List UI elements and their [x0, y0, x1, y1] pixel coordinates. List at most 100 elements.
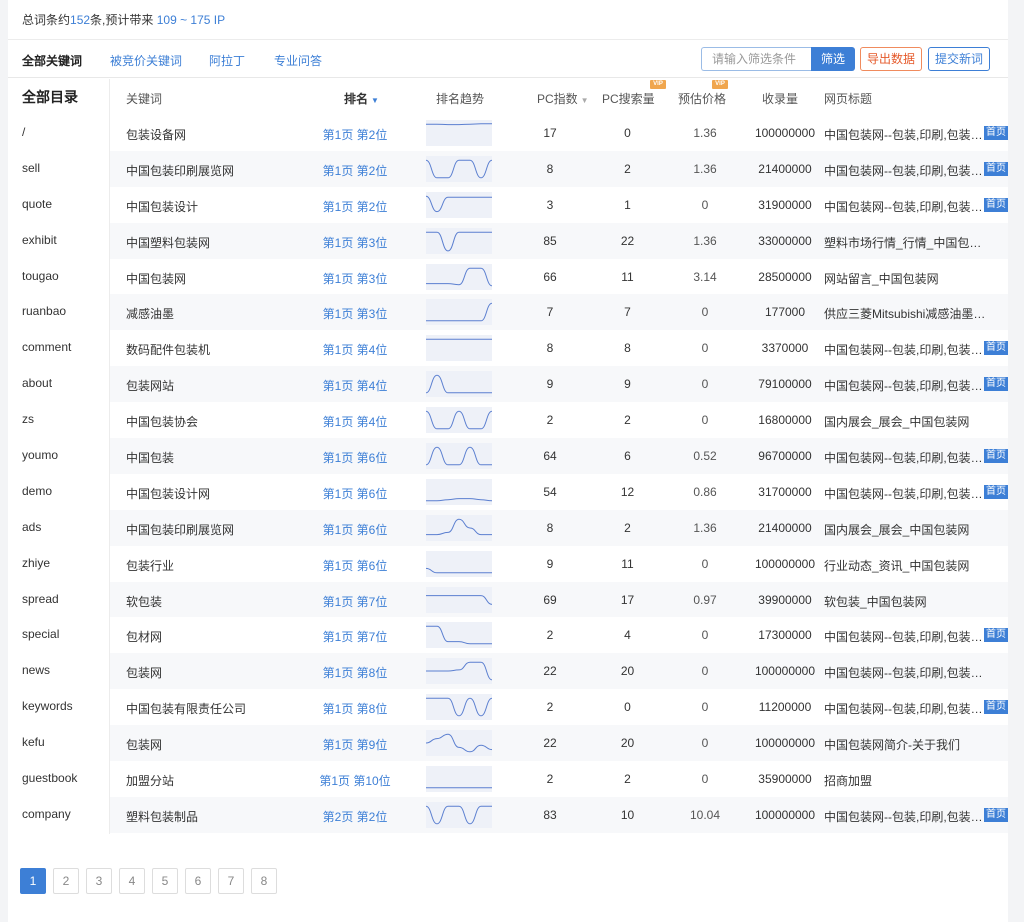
- sidebar-item[interactable]: kefu: [8, 725, 109, 761]
- sidebar-item[interactable]: sell: [8, 151, 109, 187]
- page-title-link[interactable]: 软包装_中国包装网: [824, 593, 990, 610]
- rank-link[interactable]: 第1页 第8位: [302, 700, 408, 717]
- page-title-link[interactable]: 中国包装网简介-关于我们: [824, 736, 990, 753]
- rank-link[interactable]: 第1页 第4位: [302, 377, 408, 394]
- page-title-link[interactable]: 国内展会_展会_中国包装网: [824, 521, 990, 538]
- sidebar-item[interactable]: ads: [8, 510, 109, 546]
- rank-link[interactable]: 第1页 第7位: [302, 628, 408, 645]
- page-title-link[interactable]: 中国包装网--包装,印刷,包装机械: [824, 628, 990, 645]
- page-button[interactable]: 8: [251, 868, 277, 894]
- page-title-link[interactable]: 塑料市场行情_行情_中国包装网: [824, 234, 990, 251]
- page-button[interactable]: 3: [86, 868, 112, 894]
- rank-link[interactable]: 第1页 第7位: [302, 593, 408, 610]
- keyword-cell: 中国塑料包装网: [126, 235, 211, 250]
- page-title-link[interactable]: 网站留言_中国包装网: [824, 270, 990, 287]
- rank-link[interactable]: 第1页 第8位: [302, 664, 408, 681]
- sidebar-item[interactable]: guestbook: [8, 761, 109, 797]
- sidebar-item[interactable]: demo: [8, 474, 109, 510]
- filter-input[interactable]: 请输入筛选条件: [701, 47, 813, 71]
- keyword-cell: 包装网: [126, 738, 163, 753]
- sidebar-item[interactable]: keywords: [8, 689, 109, 725]
- rank-link[interactable]: 第1页 第3位: [302, 234, 408, 251]
- export-button[interactable]: 导出数据: [860, 47, 922, 71]
- rank-link[interactable]: 第1页 第4位: [302, 413, 408, 430]
- sidebar-item[interactable]: ruanbao: [8, 294, 109, 330]
- rank-trend-sparkline: [426, 335, 492, 362]
- page-title-link[interactable]: 中国包装网--包装,印刷,包装机械: [824, 126, 990, 143]
- sidebar-item[interactable]: exhibit: [8, 223, 109, 259]
- rank-link[interactable]: 第2页 第2位: [302, 808, 408, 825]
- tab-aladdin[interactable]: 阿拉丁: [209, 52, 245, 69]
- sidebar-item[interactable]: zs: [8, 402, 109, 438]
- pc-search-cell: 20: [620, 664, 635, 679]
- page-title-link[interactable]: 中国包装网--包装,印刷,包装机械: [824, 162, 990, 179]
- rank-link[interactable]: 第1页 第2位: [302, 198, 408, 215]
- page-title-link[interactable]: 中国包装网--包装,印刷,包装机械: [824, 700, 990, 717]
- table-row: 中国包装网 第1页 第3位 66 11 3.14 28500000 网站留言_中国包装网: [110, 259, 1008, 295]
- page-button[interactable]: 6: [185, 868, 211, 894]
- page-button[interactable]: 1: [20, 868, 46, 894]
- page-title-link[interactable]: 行业动态_资讯_中国包装网: [824, 557, 990, 574]
- rank-link[interactable]: 第1页 第6位: [302, 485, 408, 502]
- indexed-cell: 11200000: [758, 700, 812, 715]
- trend-line: [426, 446, 492, 466]
- pc-search-cell: 2: [624, 161, 631, 176]
- tab-qa[interactable]: 专业问答: [274, 52, 322, 69]
- sidebar-item[interactable]: special: [8, 617, 109, 653]
- table-row: 中国包装设计网 第1页 第6位 54 12 0.86 31700000 中国包装网--包装,…: [110, 474, 1008, 510]
- page-title-link[interactable]: 中国包装网--包装,印刷,包装机械: [824, 485, 990, 502]
- rank-link[interactable]: 第1页 第10位: [302, 772, 408, 789]
- page-title-link[interactable]: 中国包装网--包装,印刷,包装机械: [824, 377, 990, 394]
- price-cell: 0: [701, 700, 709, 715]
- sidebar-item[interactable]: quote: [8, 187, 109, 223]
- pc-search-cell: 17: [620, 592, 635, 607]
- sidebar-item[interactable]: about: [8, 366, 109, 402]
- pc-index-cell: 69: [543, 592, 557, 607]
- sidebar-item[interactable]: company: [8, 797, 109, 833]
- sidebar-item[interactable]: comment: [8, 330, 109, 366]
- tab-bid-keywords[interactable]: 被竞价关键词: [110, 52, 182, 69]
- sidebar-item[interactable]: spread: [8, 582, 109, 618]
- sidebar-item[interactable]: zhiye: [8, 546, 109, 582]
- summary-mid: 条,预计带来: [90, 13, 157, 27]
- header-pc-index[interactable]: PC指数 ▼: [537, 90, 589, 107]
- rank-link[interactable]: 第1页 第3位: [302, 305, 408, 322]
- page-button[interactable]: 7: [218, 868, 244, 894]
- header-rank[interactable]: 排名 ▼: [344, 90, 379, 107]
- submit-new-word-button[interactable]: 提交新词: [928, 47, 990, 71]
- rank-link[interactable]: 第1页 第6位: [302, 521, 408, 538]
- indexed-cell: 21400000: [758, 520, 812, 535]
- rank-link[interactable]: 第1页 第3位: [302, 270, 408, 287]
- trend-line: [426, 498, 492, 502]
- price-cell: 0: [701, 197, 709, 212]
- pc-index-cell: 7: [546, 305, 554, 320]
- page-title-link[interactable]: 中国包装网--包装,印刷,包装机械: [824, 808, 990, 825]
- tab-all-keywords[interactable]: 全部关键词: [22, 52, 82, 69]
- page-title-link[interactable]: 中国包装网--包装,印刷,包装机械: [824, 449, 990, 466]
- page-title-link[interactable]: 中国包装网--包装,印刷,包装机械: [824, 198, 990, 215]
- rank-link[interactable]: 第1页 第6位: [302, 557, 408, 574]
- page-button[interactable]: 4: [119, 868, 145, 894]
- home-badge: 首页: [984, 484, 1008, 499]
- sidebar-item[interactable]: tougao: [8, 259, 109, 295]
- sidebar-item[interactable]: /: [8, 115, 109, 151]
- sidebar-item[interactable]: youmo: [8, 438, 109, 474]
- page-title-link[interactable]: 招商加盟: [824, 772, 990, 789]
- pc-index-cell: 22: [543, 664, 557, 679]
- rank-link[interactable]: 第1页 第2位: [302, 162, 408, 179]
- rank-trend-sparkline: [426, 622, 492, 649]
- sort-caret-icon[interactable]: ▼: [581, 96, 589, 105]
- page-button[interactable]: 5: [152, 868, 178, 894]
- filter-button[interactable]: 筛选: [811, 47, 855, 71]
- rank-link[interactable]: 第1页 第2位: [302, 126, 408, 143]
- page-title-link[interactable]: 国内展会_展会_中国包装网: [824, 413, 990, 430]
- sidebar-item[interactable]: news: [8, 653, 109, 689]
- sort-caret-icon[interactable]: ▼: [371, 96, 379, 105]
- rank-link[interactable]: 第1页 第9位: [302, 736, 408, 753]
- page-button[interactable]: 2: [53, 868, 79, 894]
- page-title-link[interactable]: 中国包装网--包装,印刷,包装机械...: [824, 664, 990, 681]
- rank-link[interactable]: 第1页 第4位: [302, 341, 408, 358]
- rank-link[interactable]: 第1页 第6位: [302, 449, 408, 466]
- page-title-link[interactable]: 中国包装网--包装,印刷,包装机械: [824, 341, 990, 358]
- page-title-link[interactable]: 供应三菱Mitsubishi减感油墨_中国包装网: [824, 305, 990, 322]
